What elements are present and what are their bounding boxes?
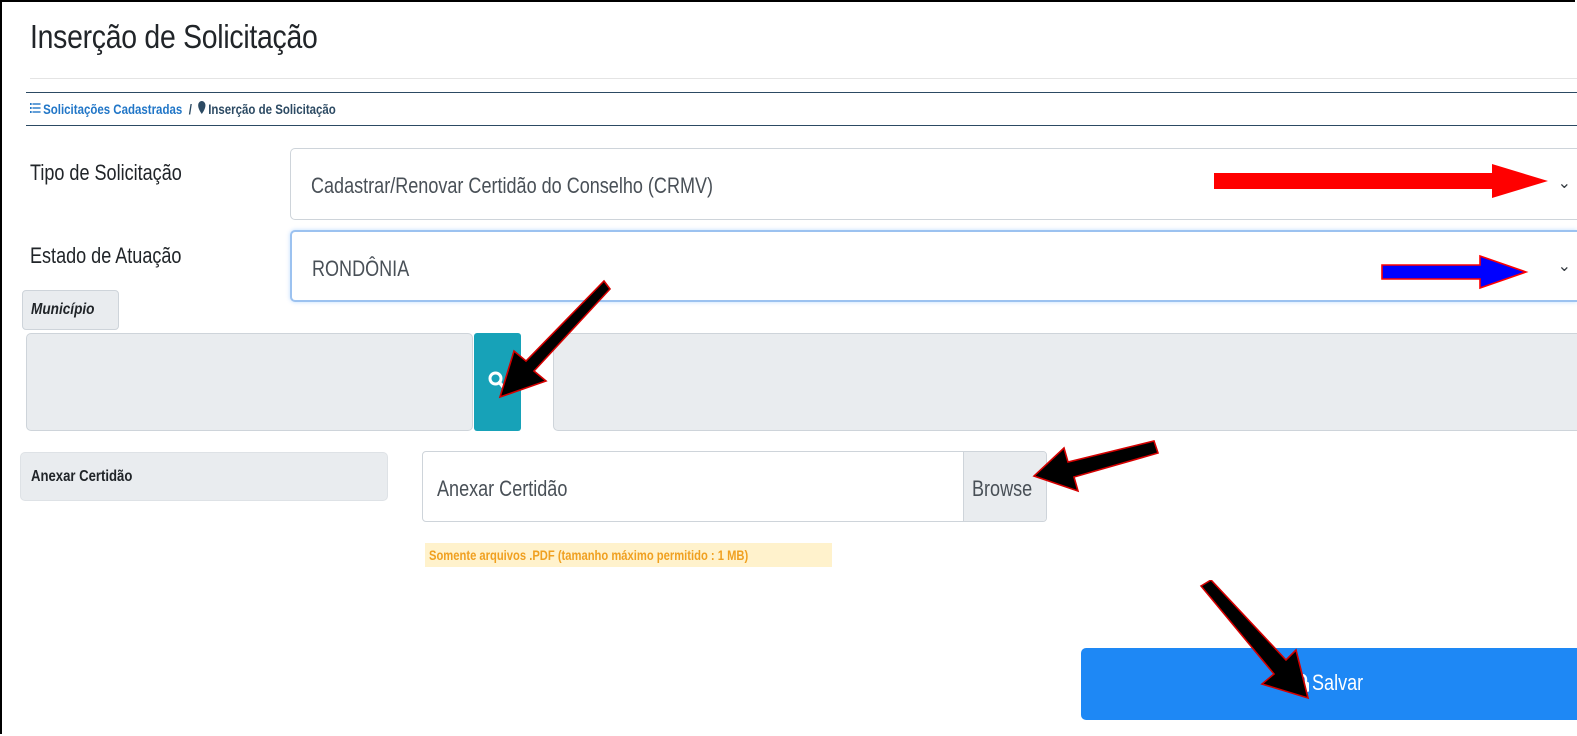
breadcrumb-link-label: Solicitações Cadastradas: [43, 101, 183, 117]
estado-atuacao-value: RONDÔNIA: [312, 256, 410, 281]
map-marker-icon: [198, 101, 206, 114]
breadcrumb-separator: /: [188, 101, 192, 117]
estado-atuacao-label: Estado de Atuação: [30, 243, 182, 268]
breadcrumb-current: Inserção de Solicitação: [195, 101, 336, 117]
chevron-down-icon: ⌄: [1557, 175, 1571, 192]
black-arrow-to-save-annotation: [1199, 580, 1310, 700]
municipio-code-field[interactable]: [26, 333, 473, 431]
breadcrumb-current-label: Inserção de Solicitação: [208, 101, 336, 117]
black-arrow-to-browse-annotation: [1032, 440, 1160, 493]
file-size-hint: Somente arquivos .PDF (tamanho máximo pe…: [425, 543, 833, 567]
blue-arrow-annotation: [1381, 254, 1529, 290]
page-title: Inserção de Solicitação: [30, 18, 318, 55]
save-button[interactable]: Salvar: [1081, 648, 1577, 720]
anexar-certidao-label: Anexar Certidão: [20, 452, 388, 501]
anexar-certidao-placeholder: Anexar Certidão: [437, 476, 568, 501]
list-icon: [30, 103, 41, 113]
breadcrumb-link-solicitacoes[interactable]: Solicitações Cadastradas: [30, 101, 185, 117]
red-arrow-annotation: [1214, 164, 1548, 198]
tipo-solicitacao-label: Tipo de Solicitação: [30, 160, 182, 185]
breadcrumb: Solicitações Cadastradas / Inserção de S…: [26, 92, 1577, 126]
black-arrow-to-search-annotation: [498, 279, 612, 399]
title-divider: [30, 78, 1577, 79]
tipo-solicitacao-value: Cadastrar/Renovar Certidão do Conselho (…: [311, 173, 714, 198]
municipio-name-field[interactable]: [553, 333, 1577, 431]
chevron-down-icon: ⌄: [1557, 258, 1571, 275]
save-label: Salvar: [1312, 670, 1364, 695]
anexar-certidao-input[interactable]: Anexar Certidão Browse: [422, 451, 1047, 522]
municipio-label: Município: [22, 290, 119, 330]
